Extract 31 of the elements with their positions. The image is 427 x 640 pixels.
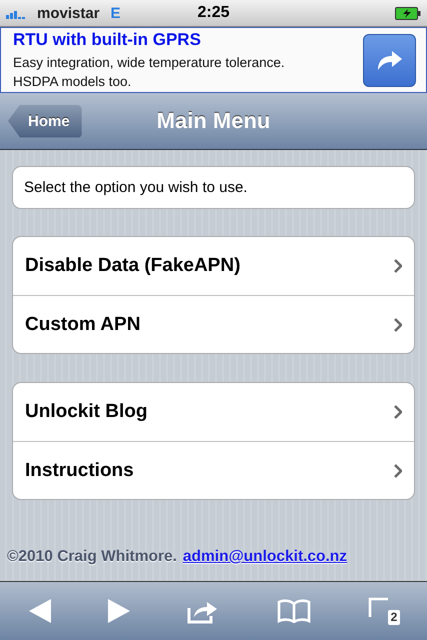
page-title: Main Menu (156, 108, 270, 134)
forward-button[interactable] (108, 599, 130, 623)
copyright-text: ©2010 Craig Whitmore. (7, 548, 177, 566)
back-button[interactable] (28, 599, 51, 623)
share-button[interactable] (363, 34, 416, 86)
right-triangle-icon (108, 599, 130, 623)
intro-text: Select the option you wish to use. (12, 166, 415, 209)
ad-description: Easy integration, wide temperature tolerance. HSDPA models too. (13, 54, 286, 90)
menu-item[interactable]: Custom APN (13, 295, 414, 353)
left-triangle-icon (28, 599, 51, 623)
chevron-icon (393, 318, 402, 332)
menu-item[interactable]: Disable Data (FakeAPN) (13, 237, 414, 295)
ad-title[interactable]: RTU with built-in GPRS (13, 30, 363, 50)
back-button[interactable]: Home (8, 104, 82, 138)
email-link[interactable]: admin@unlockit.co.nz (182, 548, 348, 566)
network-type: E (110, 4, 121, 22)
pages-icon (368, 597, 390, 619)
carrier-name: movistar (37, 4, 100, 22)
tabs-button[interactable]: 2 (368, 597, 398, 625)
book-icon (276, 599, 311, 623)
chevron-icon (393, 259, 402, 273)
tab-count: 2 (388, 610, 400, 625)
menu-item[interactable]: Instructions (13, 441, 414, 499)
clock: 2:25 (197, 4, 230, 22)
bookmarks-button[interactable] (276, 599, 311, 623)
chevron-icon (393, 405, 402, 419)
ad-banner[interactable]: RTU with built-in GPRS Easy integration, wide temperature tolerance. HSDPA models too. (0, 27, 427, 93)
battery-icon (395, 6, 421, 20)
menu-item[interactable]: Unlockit Blog (13, 383, 414, 441)
chevron-icon (393, 464, 402, 478)
curved-arrow-icon (376, 48, 404, 72)
